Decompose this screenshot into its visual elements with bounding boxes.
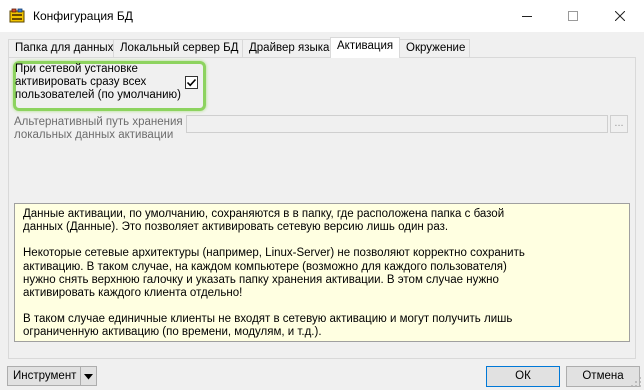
ok-button[interactable]: ОК (486, 366, 560, 387)
minimize-icon (522, 16, 532, 17)
alt-path-input[interactable] (186, 115, 608, 133)
tools-dropdown-button[interactable] (81, 366, 97, 386)
tab-data-folder[interactable]: Папка для данных (8, 39, 114, 58)
info-paragraph: Данные активации, по умолчанию, сохраняю… (23, 208, 505, 234)
title-bar: Конфигурация БД (0, 0, 644, 32)
browse-button[interactable]: ... (610, 115, 628, 133)
tab-local-db-server[interactable]: Локальный сервер БД (113, 39, 243, 58)
minimize-button[interactable] (504, 0, 550, 32)
chevron-down-icon (84, 374, 93, 380)
tab-activation[interactable]: Активация (330, 37, 400, 58)
tab-language-driver[interactable]: Драйвер языка (242, 39, 333, 58)
checkmark-icon (186, 78, 197, 87)
network-activation-label[interactable]: При сетевой установке активировать сразу… (15, 63, 185, 102)
info-paragraph: В таком случае единичные клиенты не вход… (23, 313, 513, 339)
resize-grip-icon[interactable] (630, 376, 642, 388)
maximize-icon (568, 11, 578, 21)
tab-environment[interactable]: Окружение (399, 39, 470, 58)
maximize-button[interactable] (550, 0, 596, 32)
info-paragraph: Некоторые сетевые архитектуры (например,… (23, 247, 525, 300)
alt-path-label: Альтернативный путь хранения локальных д… (14, 116, 183, 141)
activation-panel: При сетевой установке активировать сразу… (8, 57, 636, 359)
close-icon (615, 11, 625, 21)
activation-info-box: Данные активации, по умолчанию, сохраняю… (14, 203, 630, 342)
window-title: Конфигурация БД (33, 9, 133, 23)
cancel-button[interactable]: Отмена (566, 366, 640, 387)
network-activation-checkbox[interactable] (185, 76, 198, 89)
tools-button[interactable]: Инструмент (7, 366, 81, 386)
close-button[interactable] (597, 0, 643, 32)
database-app-icon (9, 8, 25, 24)
